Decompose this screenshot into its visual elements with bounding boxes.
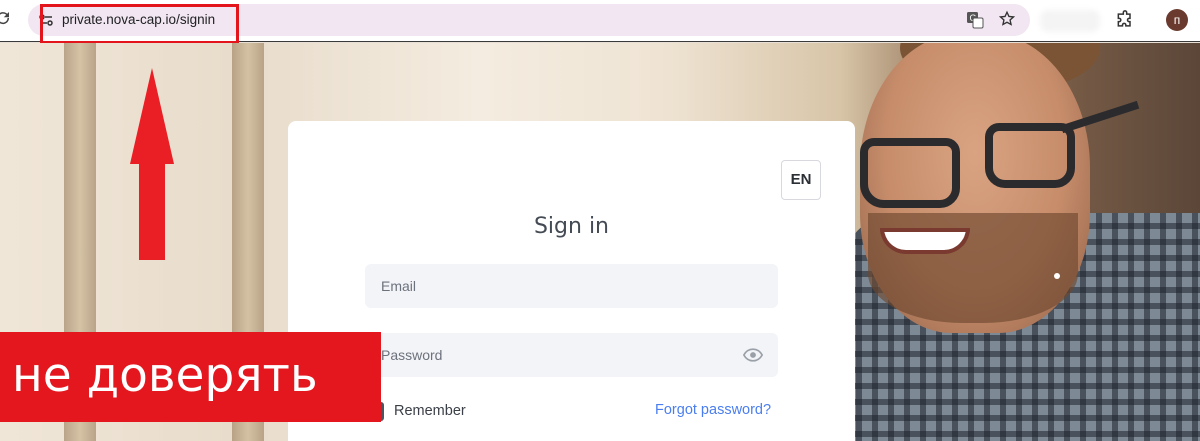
star-icon[interactable] bbox=[998, 10, 1016, 28]
email-field[interactable] bbox=[365, 264, 778, 308]
blurred-region bbox=[1040, 10, 1100, 32]
eye-icon[interactable] bbox=[743, 347, 763, 363]
reload-icon[interactable] bbox=[0, 9, 12, 27]
profile-avatar[interactable]: п bbox=[1166, 9, 1188, 31]
arrow-up-icon bbox=[130, 68, 174, 164]
arrow-shaft bbox=[139, 160, 165, 260]
password-field[interactable] bbox=[365, 333, 778, 377]
remember-label: Remember bbox=[394, 403, 466, 419]
translate-icon[interactable]: G bbox=[966, 11, 984, 29]
smile bbox=[880, 228, 970, 254]
glasses-right-lens bbox=[985, 123, 1075, 188]
glasses-left-lens bbox=[860, 138, 960, 208]
white-dot bbox=[1054, 273, 1060, 279]
extensions-icon[interactable] bbox=[1115, 10, 1135, 30]
warning-banner: не доверять bbox=[0, 332, 381, 422]
page-title: Sign in bbox=[533, 214, 610, 239]
url-highlight-box bbox=[40, 4, 239, 44]
forgot-password-link[interactable]: Forgot password? bbox=[655, 402, 771, 418]
language-button[interactable]: EN bbox=[781, 160, 821, 200]
browser-toolbar: private.nova-cap.io/signin G п bbox=[0, 0, 1200, 44]
